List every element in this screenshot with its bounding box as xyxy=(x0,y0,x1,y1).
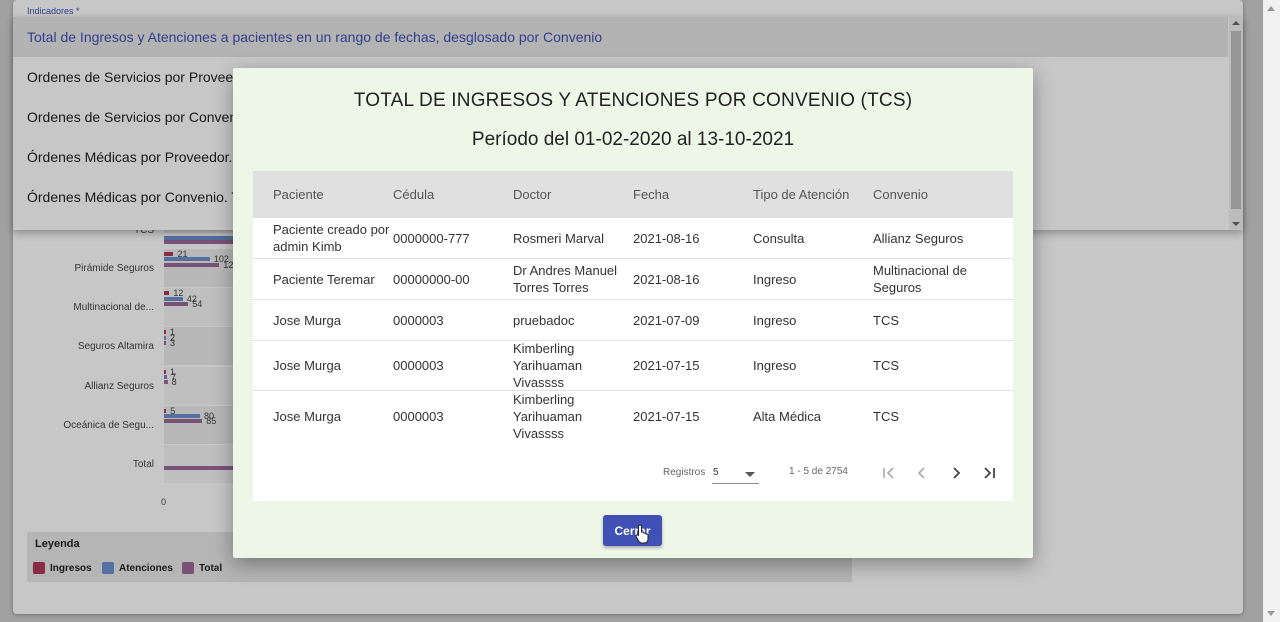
cell-convenio: TCS xyxy=(873,408,899,424)
cell-tipo: Ingreso xyxy=(753,358,797,373)
scroll-up-arrow-icon[interactable] xyxy=(1267,6,1275,11)
column-header[interactable]: Paciente xyxy=(253,187,393,202)
column-header[interactable]: Doctor xyxy=(513,187,633,202)
cell-cedula: 0000003 xyxy=(393,358,444,373)
next-page-button[interactable] xyxy=(943,460,969,486)
hand-cursor-icon xyxy=(635,524,649,544)
cell-convenio: TCS xyxy=(873,358,899,373)
report-table: Paciente Cédula Doctor Fecha Tipo de Ate… xyxy=(253,171,1013,501)
column-header[interactable]: Cédula xyxy=(393,187,513,202)
cell-fecha: 2021-07-09 xyxy=(633,312,700,328)
cell-doctor: Kimberling Yarihuaman Vivassss xyxy=(513,341,583,390)
table-header-row: Paciente Cédula Doctor Fecha Tipo de Ate… xyxy=(253,171,1013,218)
cell-tipo: Consulta xyxy=(753,230,805,246)
modal-subtitle: Período del 01-02-2020 al 13-10-2021 xyxy=(471,129,795,150)
chevron-down-icon xyxy=(745,472,755,477)
cell-cedula: 0000003 xyxy=(393,408,444,424)
chevron-left-icon xyxy=(917,467,925,479)
cell-tipo: Ingreso xyxy=(753,312,797,328)
cell-doctor: pruebadoc xyxy=(513,312,575,328)
close-button[interactable]: Cerrar xyxy=(603,515,662,546)
last-page-button[interactable] xyxy=(976,460,1002,486)
cell-doctor: Kimberling Yarihuaman Vivassss xyxy=(513,391,583,441)
column-header[interactable]: Convenio xyxy=(873,187,1013,202)
chevron-right-icon xyxy=(953,467,961,479)
paginator: Registros 5 1 - 5 de 2754 xyxy=(253,456,1013,490)
last-page-icon xyxy=(984,467,995,479)
page-size-value: 5 xyxy=(713,467,719,478)
modal-title: TOTAL DE INGRESOS Y ATENCIONES POR CONVE… xyxy=(353,90,913,111)
report-modal: TOTAL DE INGRESOS Y ATENCIONES POR CONVE… xyxy=(233,68,1033,558)
cell-cedula: 0000000-777 xyxy=(393,230,470,246)
cell-tipo: Alta Médica xyxy=(753,408,821,424)
cell-fecha: 2021-07-15 xyxy=(633,358,700,373)
column-header[interactable]: Tipo de Atención xyxy=(753,187,873,202)
first-page-button[interactable] xyxy=(876,460,902,486)
cell-paciente: Jose Murga xyxy=(273,312,341,328)
cell-tipo: Ingreso xyxy=(753,271,797,287)
cell-paciente: Paciente Teremar xyxy=(273,271,375,287)
first-page-icon xyxy=(883,467,894,479)
page-range-label: 1 - 5 de 2754 xyxy=(789,466,848,477)
table-row[interactable]: Jose Murga 0000003 Kimberling Yarihuaman… xyxy=(253,391,1013,441)
cell-paciente: Jose Murga xyxy=(273,408,341,424)
table-row[interactable]: Paciente Teremar 00000000-00 Dr Andres M… xyxy=(253,259,1013,300)
previous-page-button[interactable] xyxy=(909,460,935,486)
cell-doctor: Dr Andres Manuel Torres Torres xyxy=(513,263,618,295)
cell-fecha: 2021-07-15 xyxy=(633,408,700,424)
page-size-label: Registros xyxy=(663,467,706,478)
cell-cedula: 00000000-00 xyxy=(393,271,470,287)
cell-convenio: Allianz Seguros xyxy=(873,230,964,246)
cell-doctor: Rosmeri Marval xyxy=(513,230,605,246)
page-size-select[interactable]: 5 xyxy=(712,462,759,484)
cell-paciente: Jose Murga xyxy=(273,358,341,373)
scroll-down-arrow-icon[interactable] xyxy=(1267,611,1275,616)
cell-paciente: Paciente creado por admin Kimb xyxy=(273,222,390,254)
cell-fecha: 2021-08-16 xyxy=(633,271,700,287)
cell-convenio: TCS xyxy=(873,312,899,328)
cell-cedula: 0000003 xyxy=(393,312,444,328)
page-scrollbar[interactable] xyxy=(1263,0,1280,622)
column-header[interactable]: Fecha xyxy=(633,187,753,202)
cell-fecha: 2021-08-16 xyxy=(633,230,700,246)
cell-convenio: Multinacional de Seguros xyxy=(873,263,967,295)
table-row[interactable]: Jose Murga 0000003 Kimberling Yarihuaman… xyxy=(253,341,1013,391)
table-row[interactable]: Jose Murga 0000003 pruebadoc 2021-07-09 … xyxy=(253,300,1013,341)
table-row[interactable]: Paciente creado por admin Kimb 0000000-7… xyxy=(253,218,1013,259)
